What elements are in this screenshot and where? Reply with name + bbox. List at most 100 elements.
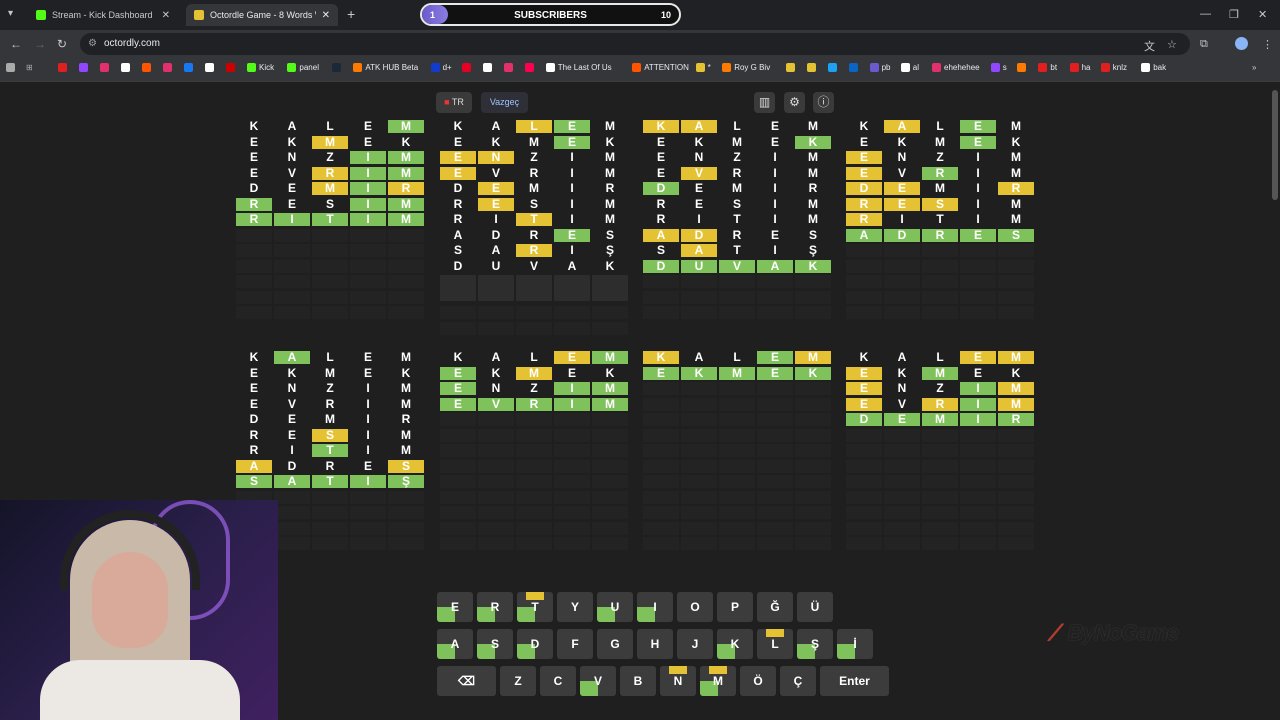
bookmark-item[interactable]: Kick (247, 63, 274, 72)
key-ü[interactable]: Ü (797, 592, 833, 622)
bookmark-item[interactable]: bt (1038, 63, 1057, 72)
bookmark-item[interactable] (785, 63, 795, 72)
profile-avatar-icon[interactable] (1235, 37, 1248, 50)
key-f[interactable]: F (557, 629, 593, 659)
apps-icon[interactable] (6, 63, 15, 72)
bookmark-item[interactable]: d+ (430, 63, 452, 72)
key-g[interactable]: G (597, 629, 633, 659)
tab-kick-dashboard[interactable]: Stream - Kick Dashboard ✕ (28, 4, 178, 26)
key-d[interactable]: D (517, 629, 553, 659)
bookmark-item[interactable] (142, 63, 151, 72)
bookmark-star-icon[interactable]: ☆ (1167, 38, 1177, 51)
key-u[interactable]: U (597, 592, 633, 622)
bookmark-item[interactable]: ehehehee (932, 63, 980, 72)
bookmark-item[interactable]: * (695, 63, 711, 72)
bookmark-item[interactable] (848, 63, 858, 72)
new-tab-icon[interactable]: + (347, 6, 355, 22)
key-z[interactable]: Z (500, 666, 536, 696)
key-e[interactable]: E (437, 592, 473, 622)
bookmark-item[interactable] (79, 63, 88, 72)
language-button[interactable]: ■ TR (436, 92, 472, 113)
key-i[interactable]: I (637, 592, 673, 622)
bar-chart-icon[interactable]: ▥ (754, 92, 775, 113)
bookmark-item[interactable] (1017, 63, 1027, 72)
close-window-icon[interactable]: ✕ (1258, 8, 1267, 21)
key-h[interactable]: H (637, 629, 673, 659)
bookmark-item[interactable] (827, 63, 837, 72)
give-up-button[interactable]: Vazgeç (481, 92, 528, 113)
empty-tile (884, 490, 920, 504)
key-o[interactable]: O (677, 592, 713, 622)
bookmark-item[interactable] (482, 63, 492, 72)
bookmark-item[interactable]: pb (869, 63, 891, 72)
gear-icon[interactable]: ⚙ (784, 92, 805, 113)
bookmark-item[interactable]: panel (287, 63, 319, 72)
bookmark-item[interactable] (205, 63, 214, 72)
key-ö[interactable]: Ö (740, 666, 776, 696)
empty-tile (998, 444, 1034, 457)
bookmark-item[interactable]: Roy G Biv (722, 63, 770, 72)
bookmark-item[interactable] (461, 63, 471, 72)
reload-icon[interactable]: ↻ (57, 37, 67, 51)
bookmark-item[interactable]: s (990, 63, 1007, 72)
key-m[interactable]: M (700, 666, 736, 696)
empty-tile (846, 306, 882, 319)
key-b[interactable]: B (620, 666, 656, 696)
bookmark-item[interactable] (184, 63, 193, 72)
bookmark-item[interactable] (58, 63, 67, 72)
bookmark-item[interactable]: ATTENTION (632, 63, 689, 72)
bookmark-item[interactable]: bak (1141, 63, 1166, 72)
page-scrollbar[interactable] (1272, 90, 1278, 200)
bookmark-item[interactable] (121, 63, 130, 72)
key-i̇[interactable]: İ (837, 629, 873, 659)
more-bookmarks-icon[interactable]: » (1252, 63, 1256, 72)
tab-octordle[interactable]: Octordle Game - 8 Words Word ✕ (186, 4, 338, 26)
translate-icon[interactable]: 文 (1144, 38, 1155, 54)
bookmark-item[interactable] (163, 63, 172, 72)
key-k[interactable]: K (717, 629, 753, 659)
key-j[interactable]: J (677, 629, 713, 659)
key-t[interactable]: T (517, 592, 553, 622)
bookmark-item[interactable]: ATK HUB Beta (353, 63, 418, 72)
site-info-icon[interactable]: ⚙ (88, 33, 97, 55)
key-ş[interactable]: Ş (797, 629, 833, 659)
enter-key[interactable]: Enter (820, 666, 889, 696)
bookmark-item[interactable]: The Last Of Us (545, 63, 612, 72)
key-c[interactable]: C (540, 666, 576, 696)
key-y[interactable]: Y (557, 592, 593, 622)
url-field[interactable]: ⚙ octordly.com (80, 33, 1190, 55)
close-tab-icon[interactable]: ✕ (162, 10, 170, 21)
close-tab-icon[interactable]: ✕ (322, 10, 330, 21)
key-ç[interactable]: Ç (780, 666, 816, 696)
tab-search-icon[interactable]: ▾ (8, 8, 13, 19)
key-r[interactable]: R (477, 592, 513, 622)
key-ğ[interactable]: Ğ (757, 592, 793, 622)
key-p[interactable]: P (717, 592, 753, 622)
minimize-icon[interactable]: — (1200, 8, 1211, 20)
bynogame-logo-icon: ⟋ (1048, 620, 1068, 645)
key-a[interactable]: A (437, 629, 473, 659)
bookmark-item[interactable] (226, 63, 235, 72)
bookmark-item[interactable]: al (900, 63, 919, 72)
key-n[interactable]: N (660, 666, 696, 696)
bookmark-item[interactable] (503, 63, 513, 72)
forward-icon[interactable]: → (34, 37, 46, 51)
empty-tile (922, 521, 958, 535)
bookmark-item[interactable] (332, 63, 342, 72)
info-icon[interactable]: ⓘ (813, 92, 834, 113)
bookmark-item[interactable] (806, 63, 816, 72)
maximize-icon[interactable]: ❐ (1229, 8, 1239, 21)
key-v[interactable]: V (580, 666, 616, 696)
back-icon[interactable]: ← (10, 37, 22, 51)
bookmark-item[interactable] (100, 63, 109, 72)
bookmark-item[interactable]: knlz (1100, 63, 1127, 72)
bookmark-item[interactable]: ha (1069, 63, 1091, 72)
bookmark-label: ha (1081, 63, 1091, 72)
extensions-icon[interactable]: ⧉ (1200, 38, 1208, 51)
grid-icon[interactable]: ⊞ (26, 63, 33, 72)
key-s[interactable]: S (477, 629, 513, 659)
bookmark-item[interactable] (524, 63, 534, 72)
key-l[interactable]: L (757, 629, 793, 659)
menu-kebab-icon[interactable]: ⋮ (1262, 38, 1273, 51)
backspace-key[interactable]: ⌫ (437, 666, 496, 696)
